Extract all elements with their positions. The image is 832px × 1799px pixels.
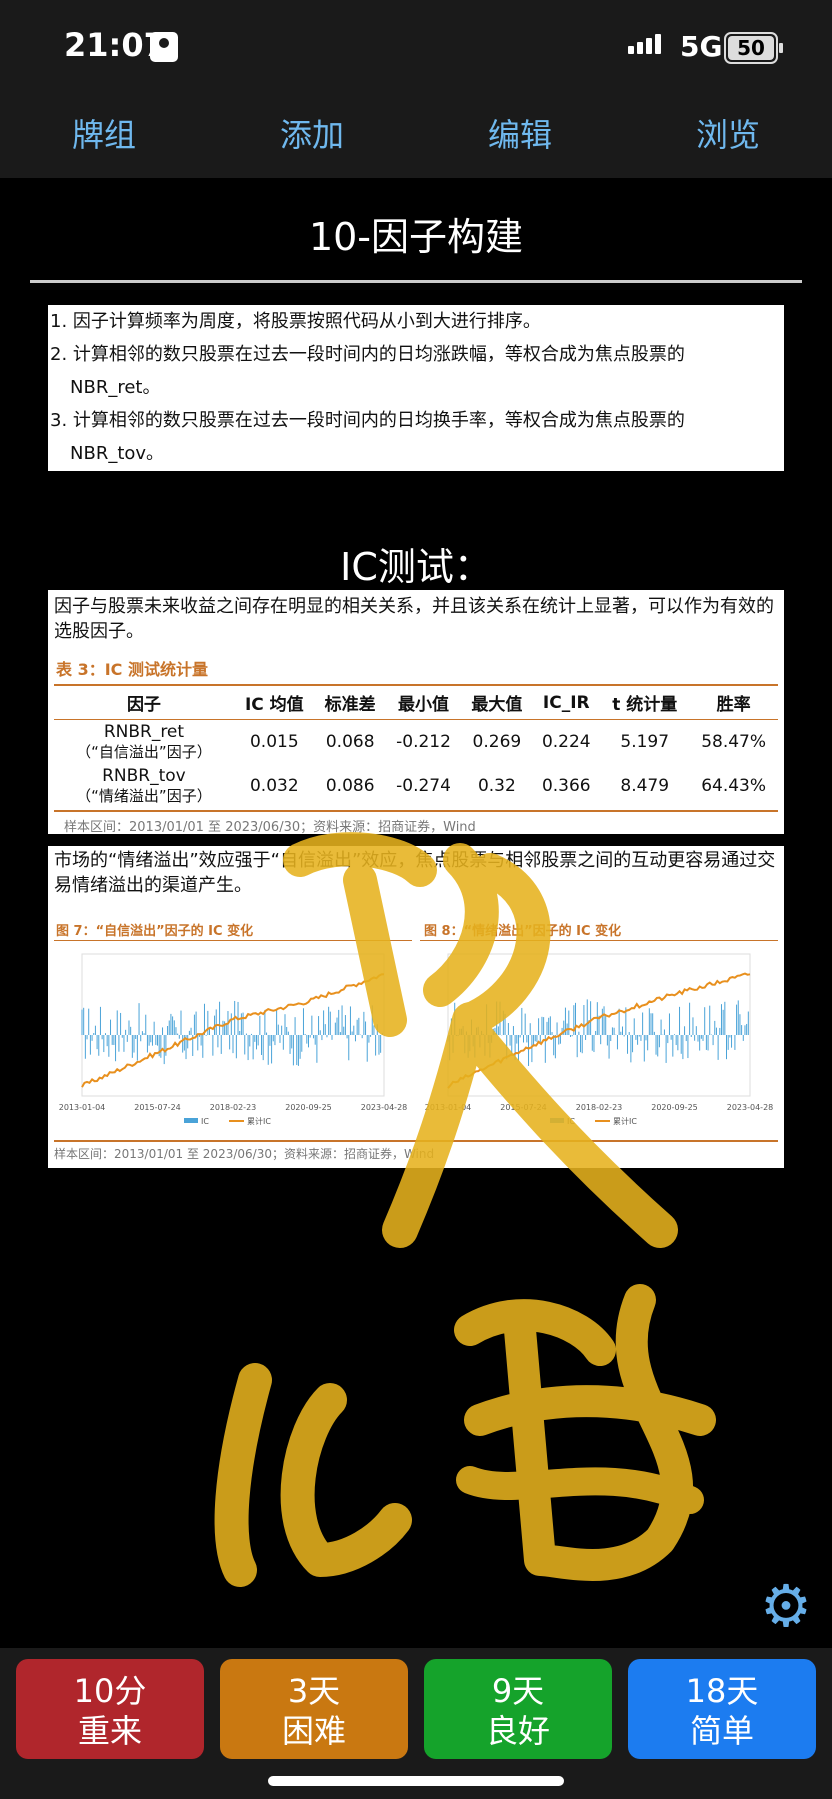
table-source: 样本区间：2013/01/01 至 2023/06/30；资料来源：招商证券，W… bbox=[54, 810, 778, 839]
x-tick-label: 2013-01-04 bbox=[59, 1103, 106, 1112]
x-tick-label: 2013-01-04 bbox=[425, 1103, 472, 1112]
table-cell: 0.015 bbox=[249, 732, 299, 752]
fig8-caption: 图 8：“情绪溢出”因子的 IC 变化 bbox=[424, 924, 622, 939]
network-type: 5G bbox=[680, 30, 723, 63]
legend-ic-swatch bbox=[184, 1118, 198, 1123]
card-title: 10-因子构建 bbox=[308, 215, 524, 259]
ic-table-image: 因子与股票未来收益之间存在明显的相关关系，并且该关系在统计上显著，可以作为有效的… bbox=[48, 590, 784, 835]
home-indicator[interactable] bbox=[268, 1776, 564, 1786]
x-tick-label: 2018-02-23 bbox=[576, 1103, 623, 1112]
ic-stats-table: 因子 IC 均值 标准差 最小值 最大值 IC_IR t 统计量 胜率 RNBR… bbox=[54, 686, 778, 808]
good-label: 良好 bbox=[485, 1712, 550, 1750]
fig8-rule bbox=[420, 940, 778, 941]
status-bar: 21:07 5G 50 bbox=[0, 0, 832, 92]
factor-name: RNBR_ret bbox=[103, 722, 185, 742]
step-3-cont: NBR_tov。 bbox=[70, 443, 165, 464]
hard-button[interactable]: 3天 困难 bbox=[220, 1659, 408, 1759]
table-cell: -0.274 bbox=[396, 776, 451, 796]
factor-cell: RNBR_ret （“自信溢出”因子） bbox=[54, 720, 234, 765]
table-cell: 58.47% bbox=[701, 732, 767, 752]
nav-browse[interactable]: 浏览 bbox=[624, 92, 832, 178]
table-cell: 0.224 bbox=[541, 732, 591, 752]
step-2: 2. 计算相邻的数只股票在过去一段时间内的日均涨跌幅，等权合成为焦点股票的 bbox=[50, 344, 685, 365]
x-tick-label: 2020-09-25 bbox=[651, 1103, 698, 1112]
table-header: t 统计量 bbox=[600, 686, 690, 720]
title-divider bbox=[30, 280, 802, 283]
table-header: 因子 bbox=[54, 686, 234, 720]
factor-sub: （“情绪溢出”因子） bbox=[76, 787, 212, 805]
table-cell: 0.032 bbox=[249, 776, 299, 796]
table-cell: 64.43% bbox=[701, 776, 767, 796]
table-row: RNBR_tov （“情绪溢出”因子） 0.032 0.086 -0.274 0.… bbox=[54, 764, 778, 808]
spillover-description: 市场的“情绪溢出”效应强于“自信溢出”效应，焦点股票与相邻股票之间的互动更容易通… bbox=[54, 850, 776, 896]
table-row: RNBR_ret （“自信溢出”因子） 0.015 0.068 -0.212 0.… bbox=[54, 720, 778, 765]
x-tick-label: 2023-04-28 bbox=[727, 1103, 774, 1112]
signal-icon bbox=[628, 34, 664, 58]
table-header: 最大值 bbox=[461, 686, 533, 720]
good-button[interactable]: 9天 良好 bbox=[424, 1659, 612, 1759]
table-cell: 0.32 bbox=[477, 776, 516, 796]
table-cell: 8.479 bbox=[620, 776, 670, 796]
gear-icon[interactable]: ⚙ bbox=[760, 1576, 812, 1636]
x-tick-label: 2020-09-25 bbox=[285, 1103, 332, 1112]
factor-sub: （“自信溢出”因子） bbox=[76, 743, 212, 761]
fig7-rule bbox=[54, 940, 412, 941]
table-header: IC_IR bbox=[532, 686, 601, 720]
again-button[interactable]: 10分 重来 bbox=[16, 1659, 204, 1759]
fig7-caption: 图 7：“自信溢出”因子的 IC 变化 bbox=[56, 924, 254, 939]
x-tick-label: 2023-04-28 bbox=[361, 1103, 408, 1112]
table-cell: -0.212 bbox=[396, 732, 451, 752]
battery-icon: 50 bbox=[724, 32, 783, 64]
easy-interval: 18天 bbox=[685, 1672, 759, 1710]
x-tick-label: 2018-02-23 bbox=[210, 1103, 257, 1112]
table-cell: 0.269 bbox=[472, 732, 522, 752]
sim-icon bbox=[150, 32, 178, 62]
x-tick-label: 2015-07-24 bbox=[500, 1103, 547, 1112]
legend-cum-label: 累计IC bbox=[613, 1116, 637, 1126]
table-cell: 0.366 bbox=[541, 776, 591, 796]
table-header: 最小值 bbox=[385, 686, 462, 720]
legend-cum-label: 累计IC bbox=[247, 1116, 271, 1126]
figure-source: 样本区间：2013/01/01 至 2023/06/30；资料来源：招商证券，W… bbox=[54, 1140, 778, 1162]
nav-decks[interactable]: 牌组 bbox=[0, 92, 208, 178]
fig8-chart: 2013-01-04 2015-07-24 2018-02-23 2020-09-25… bbox=[425, 953, 774, 1126]
table-cell: 5.197 bbox=[620, 732, 670, 752]
table-header: 胜率 bbox=[689, 686, 778, 720]
factor-steps-image: 1. 因子计算频率为周度，将股票按照代码从小到大进行排序。 2. 计算相邻的数只… bbox=[48, 305, 784, 471]
hard-label: 困难 bbox=[281, 1712, 346, 1750]
x-tick-label: 2015-07-24 bbox=[134, 1103, 181, 1112]
again-label: 重来 bbox=[77, 1712, 142, 1750]
good-interval: 9天 bbox=[491, 1672, 545, 1710]
ic-description: 因子与股票未来收益之间存在明显的相关关系，并且该关系在统计上显著，可以作为有效的… bbox=[54, 596, 774, 642]
step-3: 3. 计算相邻的数只股票在过去一段时间内的日均换手率，等权合成为焦点股票的 bbox=[50, 410, 685, 431]
table-cell: 0.068 bbox=[325, 732, 375, 752]
legend-ic-swatch bbox=[550, 1118, 564, 1123]
nav-add[interactable]: 添加 bbox=[208, 92, 416, 178]
table-caption: 表 3：IC 测试统计量 bbox=[56, 660, 208, 679]
factor-name: RNBR_tov bbox=[102, 766, 186, 786]
legend-ic-label: IC bbox=[201, 1117, 209, 1126]
easy-button[interactable]: 18天 简单 bbox=[628, 1659, 816, 1759]
factor-cell: RNBR_tov （“情绪溢出”因子） bbox=[54, 764, 234, 808]
step-1: 1. 因子计算频率为周度，将股票按照代码从小到大进行排序。 bbox=[50, 311, 541, 332]
table-cell: 0.086 bbox=[325, 776, 375, 796]
table-header: IC 均值 bbox=[233, 686, 315, 720]
fig7-chart: 2013-01-04 2015-07-24 2018-02-23 2020-09-25… bbox=[59, 953, 408, 1126]
battery-level: 50 bbox=[728, 36, 774, 60]
table-header: 标准差 bbox=[314, 686, 386, 720]
again-interval: 10分 bbox=[73, 1672, 147, 1710]
hard-interval: 3天 bbox=[287, 1672, 341, 1710]
step-2-cont: NBR_ret。 bbox=[70, 377, 161, 398]
ic-heading: IC测试： bbox=[340, 545, 492, 589]
ic-charts-image: 市场的“情绪溢出”效应强于“自信溢出”效应，焦点股票与相邻股票之间的互动更容易通… bbox=[48, 846, 784, 1168]
table-header-row: 因子 IC 均值 标准差 最小值 最大值 IC_IR t 统计量 胜率 bbox=[54, 686, 778, 720]
easy-label: 简单 bbox=[689, 1712, 754, 1750]
top-nav: 牌组 添加 编辑 浏览 bbox=[0, 92, 832, 178]
nav-edit[interactable]: 编辑 bbox=[416, 92, 624, 178]
legend-ic-label: IC bbox=[567, 1117, 575, 1126]
